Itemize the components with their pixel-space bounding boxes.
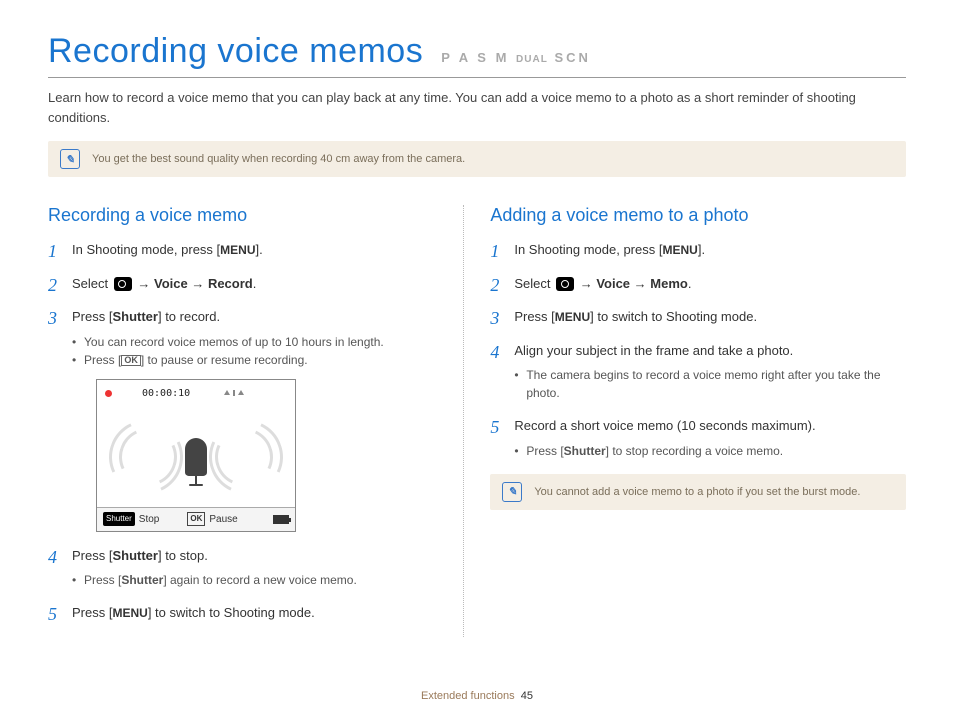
right-step-4: Align your subject in the frame and take… — [490, 341, 906, 403]
level-indicator-icon — [224, 390, 244, 396]
tip-box-right: ✎ You cannot add a voice memo to a photo… — [490, 474, 906, 510]
left-step-4: Press [Shutter] to stop. Press [Shutter]… — [48, 546, 443, 590]
mock-pause-label: Pause — [209, 512, 237, 527]
camera-icon — [114, 277, 132, 291]
page-footer: Extended functions 45 — [0, 690, 954, 702]
menu-label: MENU — [220, 243, 255, 257]
left-steps: In Shooting mode, press [MENU]. Select →… — [48, 240, 443, 623]
ok-badge: OK — [187, 512, 205, 526]
right-steps: In Shooting mode, press [MENU]. Select →… — [490, 240, 906, 460]
camera-icon — [556, 277, 574, 291]
mode-badges: P A S M DUAL SCN — [441, 50, 591, 65]
note-icon: ✎ — [60, 149, 80, 169]
battery-icon — [273, 515, 289, 524]
mode-letters: P A S M — [441, 50, 509, 65]
microphone-icon — [185, 438, 207, 476]
left-step-5: Press [MENU] to switch to Shooting mode. — [48, 603, 443, 623]
tip-text: You cannot add a voice memo to a photo i… — [534, 486, 860, 498]
left-step-3-sub: You can record voice memos of up to 10 h… — [72, 333, 443, 369]
mock-topbar: 00:00:10 — [97, 380, 295, 407]
right-column: Adding a voice memo to a photo In Shooti… — [490, 205, 906, 637]
header-rule — [48, 77, 906, 78]
left-step-3: Press [Shutter] to record. You can recor… — [48, 307, 443, 532]
voice-recorder-mockup: 00:00:10 Shutter Stop OK — [96, 379, 296, 532]
tip-box-top: ✎ You get the best sound quality when re… — [48, 141, 906, 177]
mode-scn: SCN — [554, 50, 590, 65]
mock-timer: 00:00:10 — [142, 386, 190, 401]
mock-visual — [97, 407, 295, 507]
right-step-5: Record a short voice memo (10 seconds ma… — [490, 416, 906, 460]
right-step-2: Select → Voice → Memo. — [490, 274, 906, 294]
ok-icon: OK — [121, 355, 141, 366]
left-column: Recording a voice memo In Shooting mode,… — [48, 205, 464, 637]
mode-dual: DUAL — [516, 54, 548, 65]
right-step-3: Press [MENU] to switch to Shooting mode. — [490, 307, 906, 327]
tip-text: You get the best sound quality when reco… — [92, 153, 465, 165]
page-header: Recording voice memos P A S M DUAL SCN — [48, 32, 906, 71]
page-title: Recording voice memos — [48, 32, 423, 71]
mock-bottombar: Shutter Stop OK Pause — [97, 507, 295, 531]
left-heading: Recording a voice memo — [48, 205, 443, 226]
shutter-badge: Shutter — [103, 512, 135, 526]
footer-page-number: 45 — [521, 690, 533, 702]
right-step-4-sub: The camera begins to record a voice memo… — [514, 366, 906, 402]
right-heading: Adding a voice memo to a photo — [490, 205, 906, 226]
note-icon: ✎ — [502, 482, 522, 502]
right-step-5-sub: Press [Shutter] to stop recording a voic… — [514, 442, 906, 460]
record-dot-icon — [105, 390, 112, 397]
left-step-4-sub: Press [Shutter] again to record a new vo… — [72, 571, 443, 589]
left-step-2: Select → Voice → Record. — [48, 274, 443, 294]
intro-text: Learn how to record a voice memo that yo… — [48, 88, 906, 127]
right-step-1: In Shooting mode, press [MENU]. — [490, 240, 906, 260]
mock-stop-label: Stop — [139, 512, 160, 527]
sound-wave-icon — [199, 409, 294, 504]
content-columns: Recording a voice memo In Shooting mode,… — [48, 205, 906, 637]
left-step-1: In Shooting mode, press [MENU]. — [48, 240, 443, 260]
footer-section: Extended functions — [421, 690, 515, 702]
